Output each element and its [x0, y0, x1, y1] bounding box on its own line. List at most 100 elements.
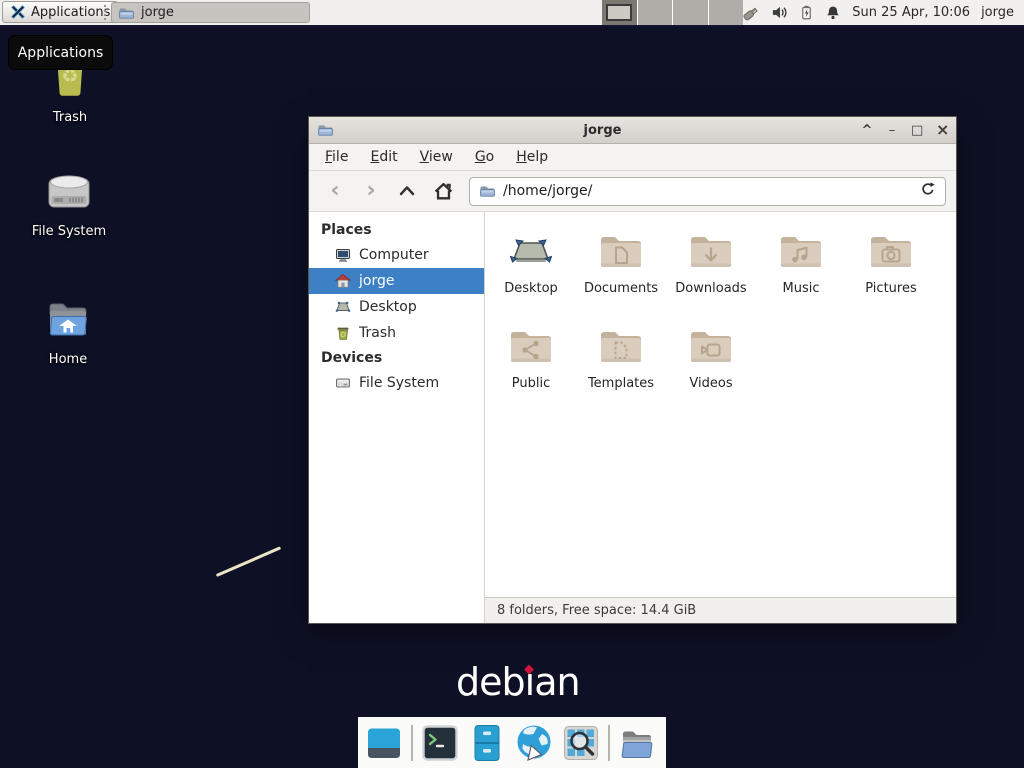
debian-logo: debıan	[456, 660, 580, 704]
reload-button[interactable]	[920, 181, 936, 201]
desktop-icon-file-system[interactable]: File System	[24, 168, 114, 239]
menu-go[interactable]: Go	[465, 147, 504, 167]
file-item-label: Downloads	[675, 281, 746, 296]
templates-folder-icon	[597, 323, 645, 371]
workspace-2[interactable]	[638, 0, 673, 25]
location-path[interactable]: /home/jorge/	[503, 183, 592, 199]
music-folder-icon	[777, 228, 825, 276]
globe-browser-icon	[514, 722, 554, 764]
location-bar[interactable]: /home/jorge/	[469, 177, 946, 206]
top-panel: Applications jorge	[0, 0, 1024, 27]
titlebar[interactable]: jorge ^ – □ ×	[309, 117, 956, 144]
back-button[interactable]: ‹	[319, 177, 351, 205]
battery-icon[interactable]	[799, 5, 814, 20]
downloads-folder-icon	[687, 228, 735, 276]
terminal-icon	[420, 723, 460, 763]
sidebar-item-desktop[interactable]: Desktop	[309, 294, 484, 320]
sidebar-item-label: Trash	[359, 325, 396, 341]
sidebar-item-file-system[interactable]: File System	[309, 370, 484, 396]
file-item-label: Public	[512, 376, 550, 391]
reload-icon	[920, 181, 936, 197]
file-item-desktop[interactable]: Desktop	[487, 228, 575, 323]
sidebar-item-label: Computer	[359, 247, 429, 263]
file-item-music[interactable]: Music	[757, 228, 845, 323]
public-folder-icon	[507, 323, 555, 371]
menu-view[interactable]: View	[410, 147, 463, 167]
taskbar-window-label: jorge	[141, 5, 174, 20]
workspace-4[interactable]	[709, 0, 744, 25]
maximize-button[interactable]: □	[911, 124, 923, 137]
applications-menu-button[interactable]: Applications	[2, 1, 118, 23]
workspace-1[interactable]	[602, 0, 637, 25]
panel-separator-handle[interactable]	[104, 5, 110, 20]
debian-logo-text: an	[534, 660, 579, 704]
file-item-public[interactable]: Public	[487, 323, 575, 418]
workspace-3[interactable]	[673, 0, 708, 25]
minimize-button[interactable]: –	[886, 124, 898, 137]
videos-folder-icon	[687, 323, 735, 371]
menu-file[interactable]: File	[315, 147, 358, 167]
path-folder-icon	[479, 183, 495, 199]
file-item-downloads[interactable]: Downloads	[667, 228, 755, 323]
applications-menu-label: Applications	[31, 5, 110, 20]
dock	[358, 717, 666, 768]
sidebar-item-label: File System	[359, 375, 439, 391]
sidebar-item-jorge[interactable]: jorge	[309, 268, 484, 294]
dock-separator	[608, 725, 610, 761]
removable-media-icon[interactable]	[742, 4, 760, 22]
debian-logo-text: deb	[456, 660, 525, 704]
sidebar-header-places: Places	[309, 218, 484, 242]
web-browser-launcher[interactable]	[514, 723, 554, 763]
file-item-label: Videos	[689, 376, 732, 391]
audio-volume-icon[interactable]	[771, 4, 788, 21]
clock[interactable]: Sun 25 Apr, 10:06	[852, 5, 970, 20]
notifications-bell-icon[interactable]	[825, 5, 841, 21]
shade-button[interactable]: ^	[861, 124, 873, 137]
panel-username[interactable]: jorge	[981, 5, 1014, 20]
file-manager-launcher[interactable]	[467, 723, 507, 763]
file-item-videos[interactable]: Videos	[667, 323, 755, 418]
chevron-up-icon	[397, 181, 417, 201]
desktop-icon	[335, 299, 351, 315]
terminal-launcher[interactable]	[420, 723, 460, 763]
system-tray: Sun 25 Apr, 10:06 jorge	[742, 0, 1024, 25]
up-button[interactable]	[391, 177, 423, 205]
folder-launcher[interactable]	[617, 723, 657, 763]
file-item-label: Music	[783, 281, 820, 296]
taskbar-window-button[interactable]: jorge	[111, 2, 310, 23]
file-item-templates[interactable]: Templates	[577, 323, 665, 418]
file-pane: Desktop Documents Downloads	[485, 212, 956, 623]
window-body: Places Computer jorge Desktop	[309, 212, 956, 623]
desktop-icon-label: Trash	[53, 110, 87, 125]
home-button[interactable]	[427, 177, 459, 205]
workspace-window-thumbnail	[606, 4, 632, 21]
pictures-folder-icon	[867, 228, 915, 276]
file-item-documents[interactable]: Documents	[577, 228, 665, 323]
desktop-icon-label: File System	[32, 224, 106, 239]
menu-edit[interactable]: Edit	[360, 147, 407, 167]
sidebar: Places Computer jorge Desktop	[309, 212, 485, 623]
sidebar-item-trash[interactable]: Trash	[309, 320, 484, 346]
home-folder-icon	[44, 296, 92, 348]
file-item-label: Desktop	[504, 281, 558, 296]
show-desktop-button[interactable]	[364, 723, 404, 763]
menu-help[interactable]: Help	[506, 147, 558, 167]
desktop-icon-home[interactable]: Home	[23, 296, 113, 367]
file-manager-window: jorge ^ – □ × File Edit View Go Help ‹ ›	[308, 116, 957, 624]
applications-tooltip: Applications	[8, 35, 113, 70]
file-item-label: Pictures	[865, 281, 916, 296]
back-chevron-icon: ‹	[330, 180, 339, 202]
sidebar-item-computer[interactable]: Computer	[309, 242, 484, 268]
app-finder-launcher[interactable]	[561, 723, 601, 763]
close-button[interactable]: ×	[936, 122, 948, 138]
statusbar: 8 folders, Free space: 14.4 GiB	[485, 597, 956, 623]
show-desktop-icon	[364, 723, 404, 763]
file-item-pictures[interactable]: Pictures	[847, 228, 935, 323]
forward-button[interactable]: ›	[355, 177, 387, 205]
computer-icon	[335, 247, 351, 263]
app-finder-icon	[561, 723, 601, 763]
folder-icon	[118, 5, 134, 21]
toolbar: ‹ › /home/jorge/	[309, 171, 956, 212]
window-controls: ^ – □ ×	[861, 122, 948, 138]
menubar: File Edit View Go Help	[309, 144, 956, 171]
